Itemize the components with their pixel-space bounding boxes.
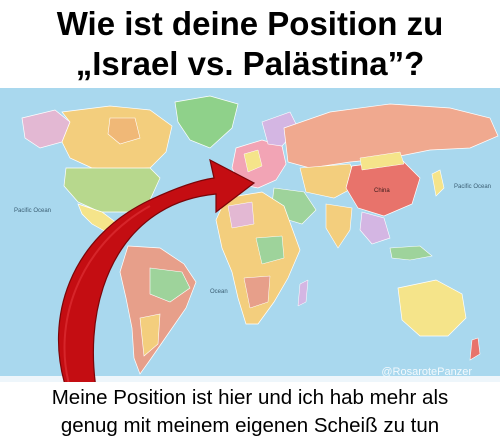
- watermark: @RosarotePanzer: [381, 366, 472, 378]
- caption-line-1: Meine Position ist hier und ich hab mehr…: [51, 386, 449, 409]
- meme-caption: Meine Position ist hier und ich hab mehr…: [0, 384, 500, 440]
- africa-north: [227, 201, 255, 229]
- caption-line-2: genug mit meinem eigenen Scheiß zu tun: [60, 414, 440, 437]
- meme-title: Wie ist deine Position zu „Israel vs. Pa…: [0, 4, 500, 84]
- pacific-right-label: Pacific Ocean: [454, 184, 491, 190]
- china-label: China: [374, 188, 390, 194]
- ocean-label: Ocean: [210, 289, 228, 295]
- pacific-left-label: Pacific Ocean: [14, 208, 51, 214]
- title-line-2: „Israel vs. Palästina”?: [75, 45, 425, 82]
- title-line-1: Wie ist deine Position zu: [56, 5, 444, 42]
- world-map-graphic: Pacific Ocean Pacific Ocean Ocean China: [0, 88, 500, 382]
- world-map: Pacific Ocean Pacific Ocean Ocean China …: [0, 88, 500, 382]
